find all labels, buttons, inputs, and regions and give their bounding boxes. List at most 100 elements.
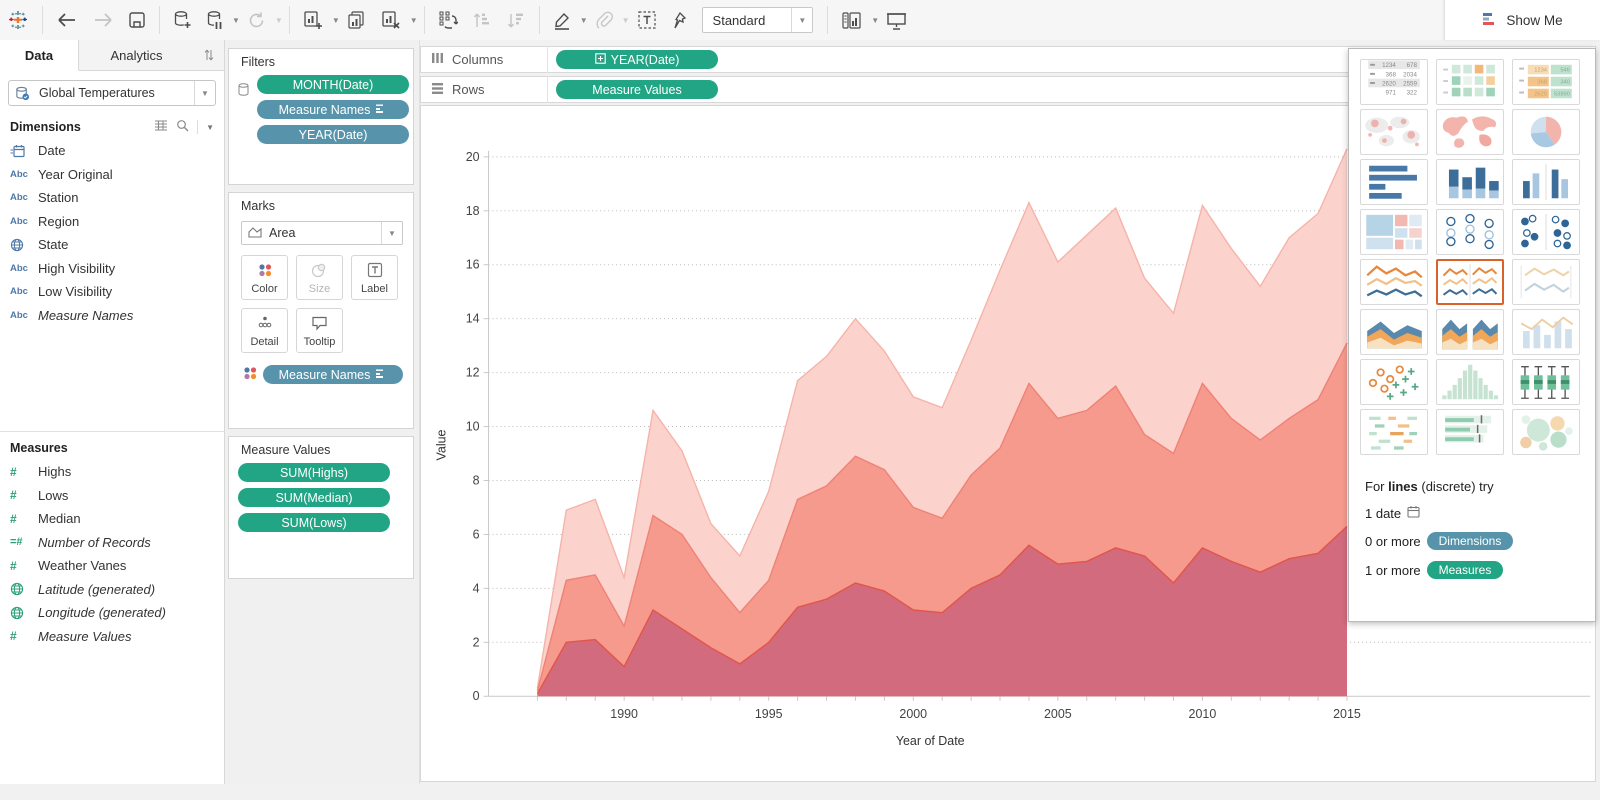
mark-type-value: Area (269, 226, 295, 240)
mark-type-dropdown[interactable]: Area ▼ (241, 221, 403, 245)
new-worksheet-icon[interactable] (296, 0, 330, 40)
pause-updates-icon[interactable] (199, 0, 230, 40)
view-mode-dropdown[interactable]: Standard▼ (702, 7, 814, 33)
color-button[interactable]: Color (241, 255, 288, 300)
showme-thumbnail-filled-map[interactable] (1436, 109, 1504, 155)
showme-thumbnail-dual-combination[interactable] (1512, 309, 1580, 355)
filter-pill-year-date-[interactable]: YEAR(Date) (257, 125, 409, 144)
find-field-icon[interactable] (176, 119, 189, 135)
showme-thumbnail-bullet[interactable] (1436, 409, 1504, 455)
columns-pill-year-date[interactable]: YEAR(Date) (556, 50, 718, 69)
dimension-field-station[interactable]: Abc Station (0, 186, 224, 210)
showme-thumbnail-treemap[interactable] (1360, 209, 1428, 255)
marks-title: Marks (229, 193, 413, 217)
view-mode-arrow[interactable]: ▼ (791, 8, 812, 32)
showme-thumbnail-area-discrete[interactable] (1436, 309, 1504, 355)
dropdown-caret-icon[interactable]: ▼ (580, 16, 588, 25)
tab-data[interactable]: Data (0, 40, 79, 71)
tableau-logo[interactable] (0, 0, 36, 40)
calendar-icon (1407, 505, 1420, 521)
filter-pill-measure-names[interactable]: Measure Names (257, 100, 409, 119)
measure-values-pill-sum-highs-[interactable]: SUM(Highs) (238, 463, 390, 482)
add-datasource-icon[interactable] (166, 0, 199, 40)
measure-field-weather-vanes[interactable]: # Weather Vanes (0, 554, 224, 578)
size-button: Size (296, 255, 343, 300)
pane-swap-icon[interactable] (194, 40, 224, 70)
datasource-menu-arrow[interactable]: ▼ (194, 81, 215, 105)
measure-field-longitude-generated[interactable]: Longitude (generated) (0, 601, 224, 625)
datasource-selector[interactable]: Global Temperatures ▼ (8, 80, 216, 106)
fields-menu-icon[interactable]: ▼ (206, 123, 214, 132)
detail-button[interactable]: Detail (241, 308, 288, 353)
text-label-icon[interactable] (630, 0, 664, 40)
dropdown-caret-icon[interactable]: ▼ (232, 16, 240, 25)
dimension-field-year-original[interactable]: Abc Year Original (0, 163, 224, 187)
showme-thumbnail-stacked-bars[interactable] (1436, 159, 1504, 205)
dropdown-caret-icon[interactable]: ▼ (410, 16, 418, 25)
measure-field-median[interactable]: # Median (0, 507, 224, 531)
show-me-button[interactable]: Show Me (1444, 0, 1600, 40)
measure-field-latitude-generated[interactable]: Latitude (generated) (0, 578, 224, 602)
showme-thumbnail-box-whisker[interactable] (1512, 359, 1580, 405)
dimension-field-measure-names[interactable]: Abc Measure Names (0, 304, 224, 328)
showme-thumbnail-area-continuous[interactable] (1360, 309, 1428, 355)
rows-pill-measure-values[interactable]: Measure Values (556, 80, 718, 99)
measure-values-pill-sum-median-[interactable]: SUM(Median) (238, 488, 390, 507)
showme-thumbnail-scatter[interactable] (1360, 359, 1428, 405)
undo-icon[interactable] (49, 0, 85, 40)
svg-text:2: 2 (473, 635, 480, 649)
showme-thumbnail-symbol-map[interactable] (1360, 109, 1428, 155)
svg-text:16: 16 (466, 258, 480, 272)
showme-thumbnail-circle-views[interactable] (1436, 209, 1504, 255)
showme-thumbnail-packed-bubbles[interactable] (1512, 409, 1580, 455)
showme-thumbnail-side-bars[interactable] (1512, 159, 1580, 205)
svg-text:2034: 2034 (1403, 71, 1417, 78)
color-icon (257, 262, 273, 281)
mark-type-arrow[interactable]: ▼ (381, 222, 402, 244)
svg-text:14: 14 (466, 312, 480, 326)
svg-text:18: 18 (466, 204, 480, 218)
expand-plus-icon[interactable] (595, 53, 606, 67)
measure-field-measure-values[interactable]: # Measure Values (0, 625, 224, 649)
label-button[interactable]: Label (351, 255, 398, 300)
showme-thumbnail-pie[interactable] (1512, 109, 1580, 155)
showme-thumbnail-heat-map[interactable]: 1234546368340262053890 (1512, 59, 1580, 105)
showme-thumbnail-h-bars[interactable] (1360, 159, 1428, 205)
dimension-field-state[interactable]: State (0, 233, 224, 257)
save-icon[interactable] (121, 0, 153, 40)
globe-icon (10, 238, 38, 252)
dropdown-caret-icon[interactable]: ▼ (871, 16, 879, 25)
show-cards-icon[interactable] (834, 0, 869, 40)
marks-pill-measure-names[interactable]: Measure Names (263, 365, 403, 384)
tooltip-button[interactable]: Tooltip (296, 308, 343, 353)
dropdown-caret-icon[interactable]: ▼ (332, 16, 340, 25)
showme-thumbnail-gantt[interactable] (1360, 409, 1428, 455)
measure-field-lows[interactable]: # Lows (0, 484, 224, 508)
duplicate-sheet-icon[interactable] (340, 0, 374, 40)
view-data-icon[interactable] (154, 120, 168, 135)
hash-icon: # (10, 488, 38, 502)
presentation-icon[interactable] (879, 0, 914, 40)
abc-icon: Abc (10, 263, 38, 274)
dimension-field-low-visibility[interactable]: Abc Low Visibility (0, 280, 224, 304)
showme-thumbnail-histogram[interactable] (1436, 359, 1504, 405)
dimension-field-high-visibility[interactable]: Abc High Visibility (0, 257, 224, 281)
dimension-field-date[interactable]: Date (0, 139, 224, 163)
filter-pill-month-date-[interactable]: MONTH(Date) (257, 75, 409, 94)
showme-thumbnail-side-circles[interactable] (1512, 209, 1580, 255)
pin-icon[interactable] (664, 0, 694, 40)
showme-thumbnail-text-table[interactable]: 1234678368203426202559971322 (1360, 59, 1428, 105)
highlight-icon[interactable] (546, 0, 578, 40)
svg-text:971: 971 (1386, 89, 1397, 96)
clear-sheet-icon[interactable] (374, 0, 408, 40)
measure-field-number-of-records[interactable]: =# Number of Records (0, 531, 224, 555)
showme-thumbnail-lines-continuous[interactable] (1360, 259, 1428, 305)
swap-rows-columns-icon[interactable] (431, 0, 465, 40)
showme-thumbnail-lines-discrete[interactable] (1436, 259, 1504, 305)
measure-values-pill-sum-lows-[interactable]: SUM(Lows) (238, 513, 390, 532)
showme-thumbnail-highlight-table[interactable] (1436, 59, 1504, 105)
dimension-field-region[interactable]: Abc Region (0, 210, 224, 234)
measure-field-highs[interactable]: # Highs (0, 460, 224, 484)
tab-analytics[interactable]: Analytics (79, 40, 194, 70)
showme-thumbnail-lines-dual[interactable] (1512, 259, 1580, 305)
